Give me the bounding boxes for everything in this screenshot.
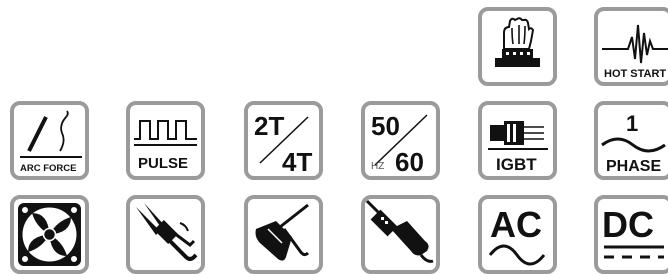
- hot-start-label: HOT START: [604, 68, 666, 80]
- 2t-4t-icon: 2T 4T: [254, 111, 312, 176]
- tig-torch-icon: [365, 199, 434, 263]
- arc-force-tile: ARC FORCE: [10, 101, 89, 180]
- arc-force-label: ARC FORCE: [20, 163, 76, 174]
- trigger-mode-tile: 2T 4T: [244, 101, 323, 180]
- cooling-fan-icon: [18, 203, 81, 266]
- 60-label: 60: [395, 147, 424, 176]
- dc-tile: DC: [594, 195, 668, 274]
- ac-tile: AC: [478, 195, 557, 274]
- phase-label: PHASE: [606, 158, 661, 175]
- phase-number: 1: [626, 111, 638, 136]
- ac-label: AC: [490, 204, 542, 245]
- 50-label: 50: [371, 111, 400, 141]
- hand-protection-tile: [478, 7, 557, 86]
- single-phase-icon: 1 PHASE: [601, 111, 666, 175]
- 4t-label: 4T: [282, 147, 312, 176]
- hand-on-hotplate-icon: [495, 17, 540, 67]
- 50-60hz-icon: 50 HZ 60: [371, 111, 428, 176]
- pulse-label: PULSE: [138, 155, 188, 172]
- igbt-module-icon: IGBT: [488, 121, 548, 174]
- ground-clamp-tile: [126, 195, 205, 274]
- ac-sine-icon: AC: [488, 204, 546, 266]
- hot-start-waveform-icon: HOT START: [602, 24, 668, 80]
- tig-torch-tile: [361, 195, 440, 274]
- ground-clamp-icon: [136, 203, 198, 261]
- pulse-waveform-icon: PULSE: [134, 120, 197, 172]
- hot-start-tile: HOT START: [594, 7, 668, 86]
- arc-force-icon: ARC FORCE: [20, 110, 82, 174]
- 2t-label: 2T: [254, 111, 284, 141]
- fan-tile: [10, 195, 89, 274]
- dc-icon: DC: [602, 204, 664, 259]
- hz-label: HZ: [371, 161, 384, 172]
- phase-tile: 1 PHASE: [594, 101, 668, 180]
- electrode-holder-icon: [255, 203, 310, 261]
- electrode-holder-tile: [244, 195, 323, 274]
- igbt-tile: IGBT: [478, 101, 557, 180]
- dc-label: DC: [602, 204, 654, 245]
- frequency-tile: 50 HZ 60: [361, 101, 440, 180]
- igbt-label: IGBT: [496, 155, 537, 174]
- pulse-tile: PULSE: [126, 101, 205, 180]
